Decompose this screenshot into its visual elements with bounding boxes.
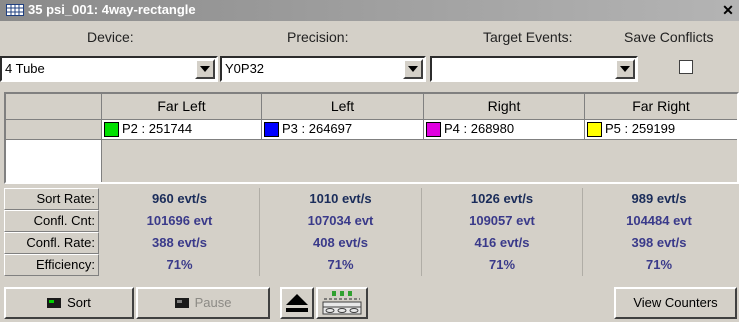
precision-value: Y0P32 bbox=[225, 61, 265, 76]
population-grid: Far Left Left Right Far Right P2 : 25174… bbox=[4, 92, 739, 184]
confl-rate-far-right: 398 evt/s bbox=[631, 235, 687, 250]
column-header-right[interactable]: Right bbox=[424, 94, 585, 120]
confl-cnt-far-left: 101696 evt bbox=[100, 210, 260, 232]
tray-button[interactable] bbox=[316, 287, 368, 319]
efficiency-label: Efficiency: bbox=[4, 254, 99, 276]
sort-button[interactable]: Sort bbox=[4, 287, 134, 319]
target-events-label: Target Events: bbox=[483, 29, 573, 45]
row-header-populations bbox=[6, 120, 102, 140]
confl-rate-right: 416 evt/s bbox=[422, 232, 583, 254]
population-label: P5 : 259199 bbox=[605, 121, 676, 136]
chevron-down-icon bbox=[408, 66, 418, 72]
view-counters-button[interactable]: View Counters bbox=[614, 287, 737, 319]
close-icon[interactable]: ✕ bbox=[719, 1, 737, 19]
column-header-left[interactable]: Left bbox=[262, 94, 424, 120]
column-header-far-right[interactable]: Far Right bbox=[585, 94, 737, 120]
sort-rate-far-right: 989 evt/s bbox=[631, 191, 687, 206]
eject-button[interactable] bbox=[280, 287, 314, 319]
efficiency-far-right: 71% bbox=[645, 257, 673, 272]
save-conflicts-checkbox[interactable] bbox=[679, 60, 693, 74]
title-bar[interactable]: 35 psi_001: 4way-rectangle ✕ bbox=[0, 0, 739, 21]
confl-rate-far-left: 388 evt/s bbox=[100, 232, 260, 254]
confl-rate-label: Confl. Rate: bbox=[4, 232, 99, 254]
grid-window-icon bbox=[6, 4, 24, 16]
confl-cnt-label: Confl. Cnt: bbox=[4, 210, 99, 232]
population-color-swatch bbox=[264, 122, 279, 137]
sort-button-label: Sort bbox=[67, 295, 91, 310]
efficiency-left: 71% bbox=[260, 254, 422, 276]
sort-rate-right: 1026 evt/s bbox=[422, 188, 583, 210]
window-title: 35 psi_001: 4way-rectangle bbox=[28, 2, 196, 17]
device-select[interactable]: 4 Tube bbox=[0, 56, 218, 82]
population-cell-left[interactable]: P3 : 264697 bbox=[262, 120, 424, 140]
precision-dropdown-button[interactable] bbox=[403, 59, 423, 79]
pause-button-label: Pause bbox=[194, 295, 232, 310]
column-header-far-left[interactable]: Far Left bbox=[102, 94, 262, 120]
precision-select[interactable]: Y0P32 bbox=[220, 56, 426, 82]
population-color-swatch bbox=[587, 122, 602, 137]
population-cell-far-left[interactable]: P2 : 251744 bbox=[102, 120, 262, 140]
confl-cnt-right: 109057 evt bbox=[422, 210, 583, 232]
target-events-dropdown-button[interactable] bbox=[615, 59, 635, 79]
target-events-select[interactable] bbox=[430, 56, 638, 82]
sort-rate-left: 1010 evt/s bbox=[260, 188, 422, 210]
population-label: P3 : 264697 bbox=[282, 121, 353, 136]
save-conflicts-label: Save Conflicts bbox=[624, 29, 714, 45]
confl-cnt-far-right: 104484 evt bbox=[626, 213, 692, 228]
efficiency-far-left: 71% bbox=[100, 254, 260, 276]
pause-button[interactable]: Pause bbox=[136, 287, 270, 319]
chevron-down-icon bbox=[200, 66, 210, 72]
precision-label: Precision: bbox=[287, 29, 349, 45]
chevron-down-icon bbox=[620, 66, 630, 72]
green-indicator-icon bbox=[47, 297, 62, 308]
grid-corner bbox=[6, 94, 102, 120]
eject-icon bbox=[286, 294, 308, 312]
population-label: P2 : 251744 bbox=[122, 121, 193, 136]
confl-cnt-left: 107034 evt bbox=[260, 210, 422, 232]
device-value: 4 Tube bbox=[5, 61, 45, 76]
population-color-swatch bbox=[426, 122, 441, 137]
population-cell-right[interactable]: P4 : 268980 bbox=[424, 120, 585, 140]
device-dropdown-button[interactable] bbox=[195, 59, 215, 79]
confl-rate-left: 408 evt/s bbox=[260, 232, 422, 254]
indicator-icon bbox=[174, 297, 189, 308]
efficiency-right: 71% bbox=[422, 254, 583, 276]
population-cell-far-right[interactable]: P5 : 259199 bbox=[585, 120, 737, 140]
sort-rate-label: Sort Rate: bbox=[4, 188, 99, 210]
sort-tray-icon bbox=[322, 291, 362, 315]
population-label: P4 : 268980 bbox=[444, 121, 515, 136]
row-header-empty bbox=[6, 140, 102, 182]
population-color-swatch bbox=[104, 122, 119, 137]
sort-rate-far-left: 960 evt/s bbox=[100, 188, 260, 210]
device-label: Device: bbox=[87, 29, 134, 45]
